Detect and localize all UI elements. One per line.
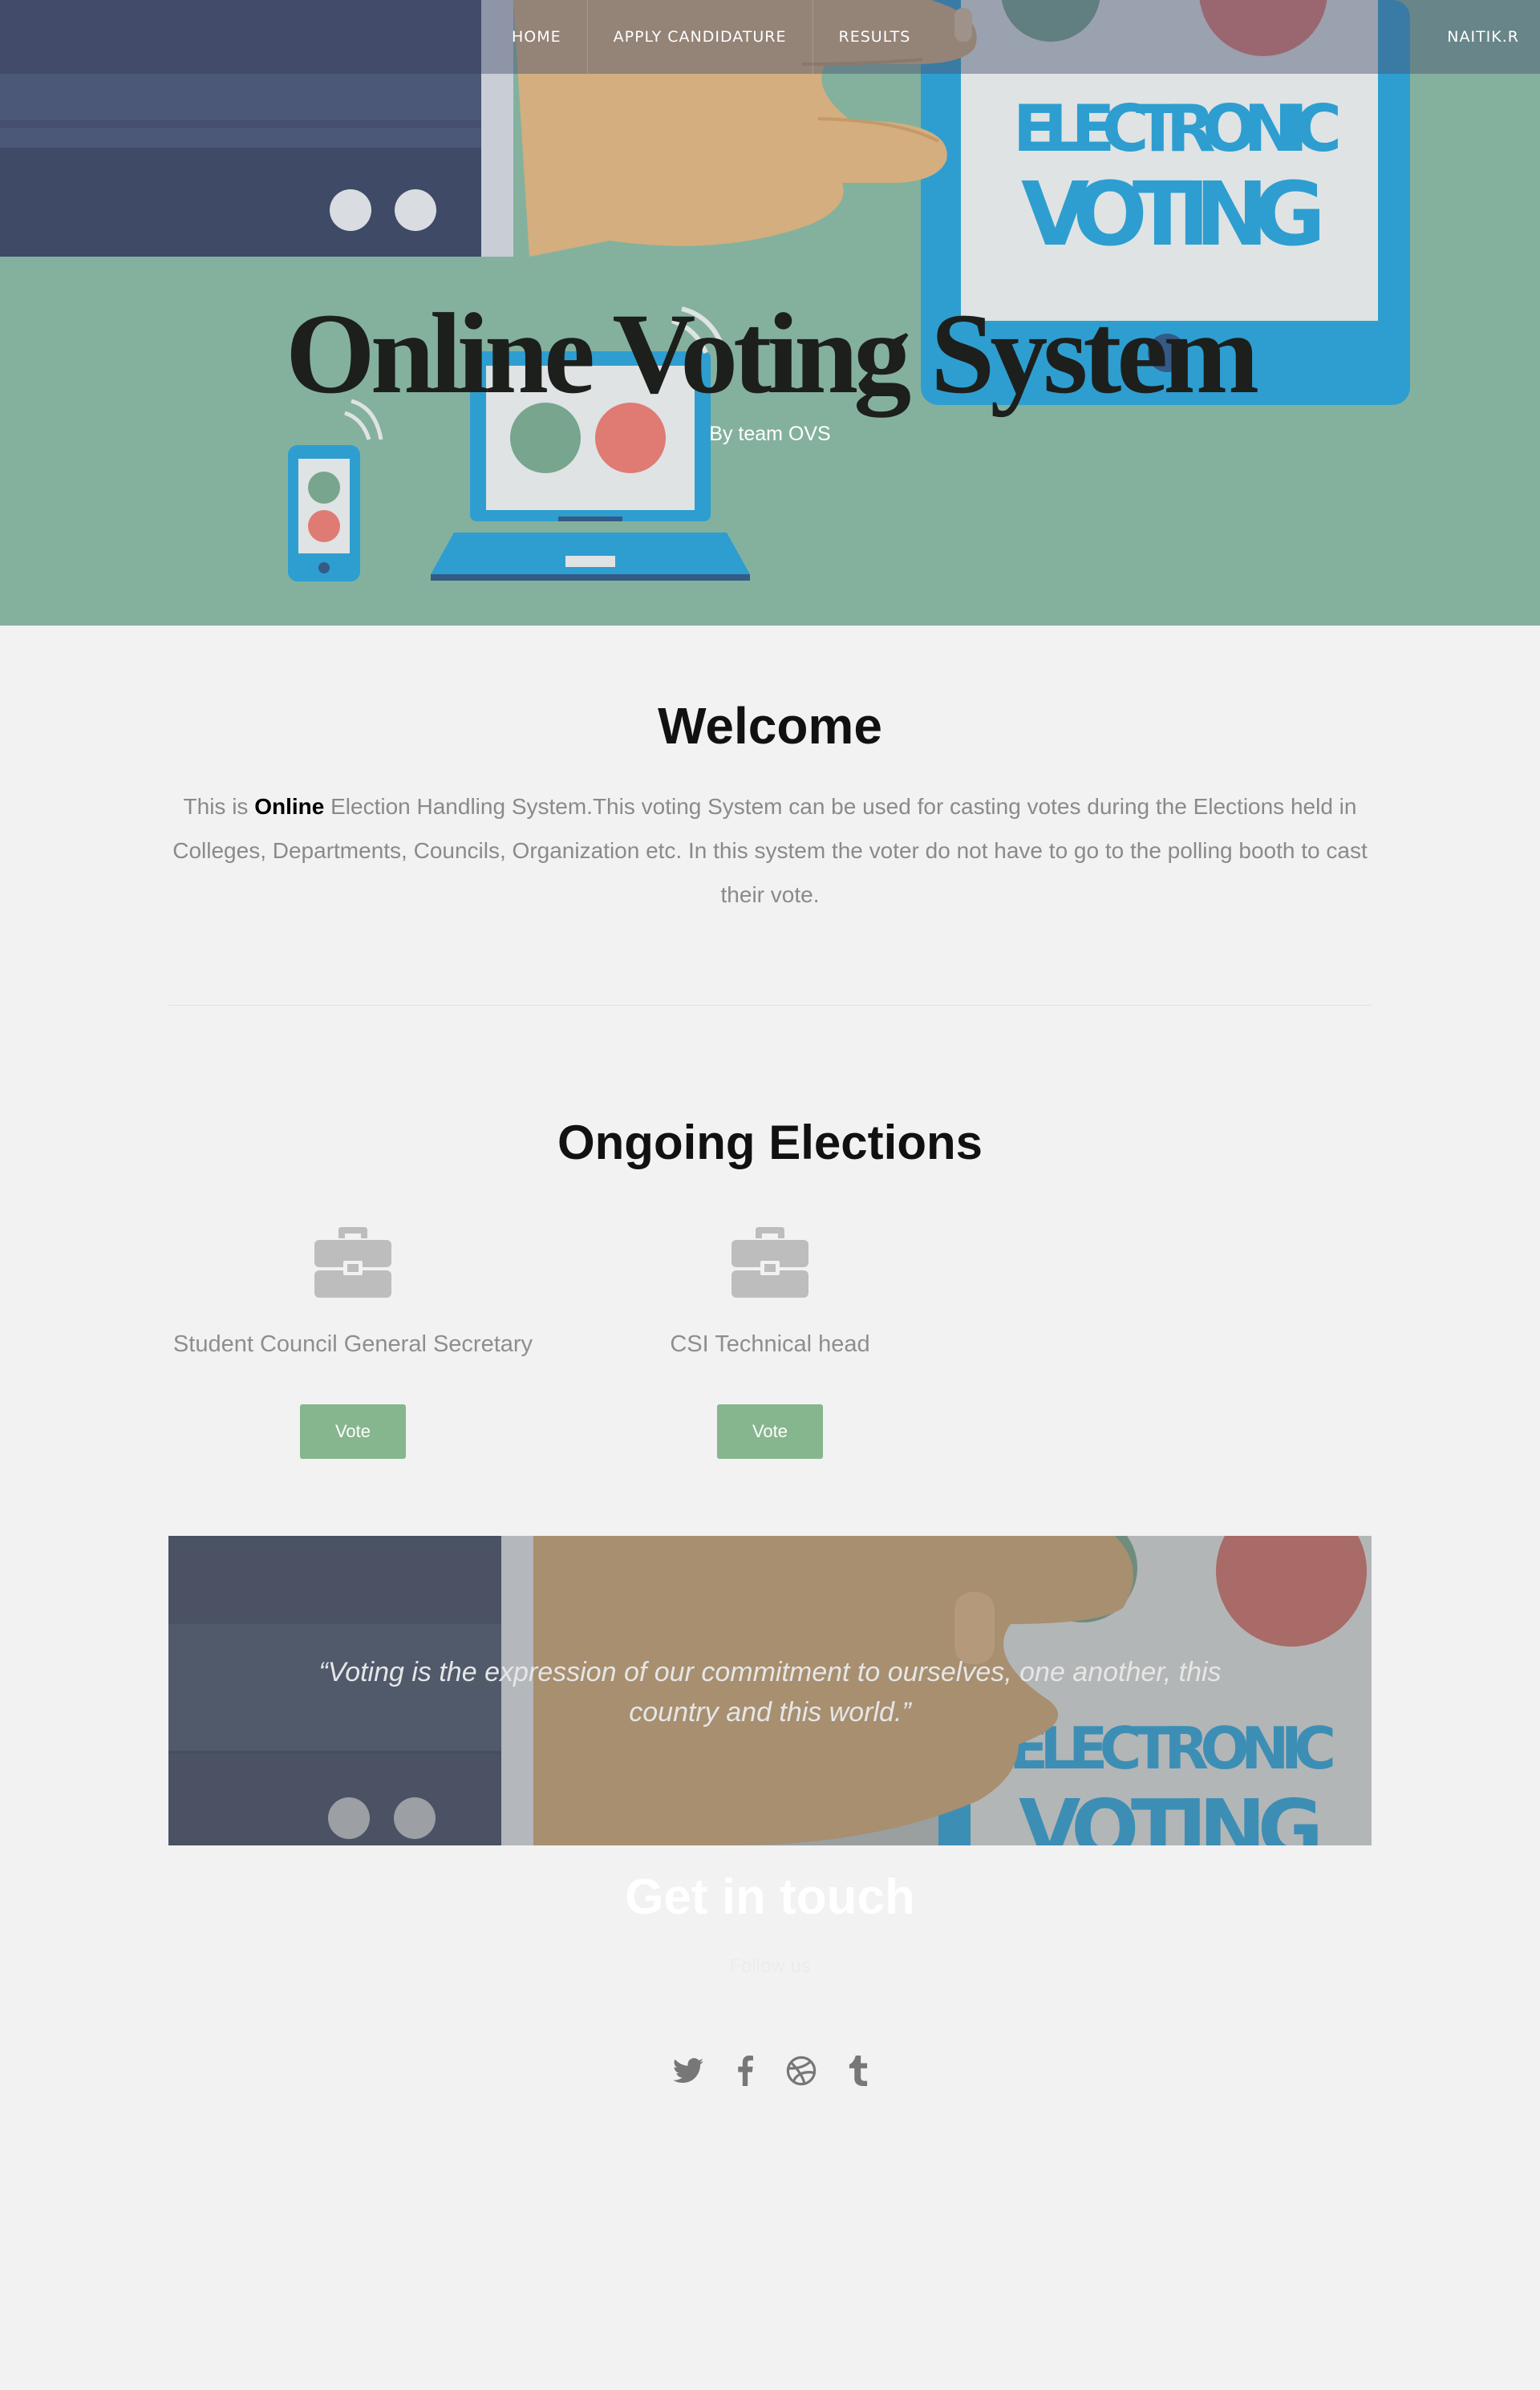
contact-subtitle: Follow us <box>729 1955 811 1977</box>
quote-text: “Voting is the expression of our commitm… <box>318 1657 1222 1728</box>
hero-art-text-2: VOTING <box>1021 163 1326 265</box>
top-nav: HOME APPLY CANDIDATURE RESULTS NAITIK.R <box>0 0 1540 74</box>
dribbble-icon[interactable] <box>784 2053 819 2088</box>
nav-results-link[interactable]: RESULTS <box>813 0 937 74</box>
hero-banner: ELECTRONIC VOTING HOME APPLY CANDIDATURE <box>0 0 1540 626</box>
welcome-text-rest: Election Handling System.This voting Sys… <box>172 794 1368 907</box>
vote-button[interactable]: Vote <box>717 1404 823 1459</box>
elections-heading: Ongoing Elections <box>557 1116 983 1169</box>
briefcase-icon <box>732 1227 808 1298</box>
twitter-icon[interactable] <box>671 2053 706 2088</box>
nav-home-link[interactable]: HOME <box>489 0 588 74</box>
section-divider <box>168 1005 1372 1006</box>
quote-art-text-2: VOTING <box>1019 1782 1323 1845</box>
nav-user-link[interactable]: NAITIK.R <box>1447 0 1519 74</box>
quote-banner: ELECTRONIC VOTING “Voting is the express… <box>168 1536 1372 1845</box>
nav-menu: HOME APPLY CANDIDATURE RESULTS <box>489 0 936 74</box>
briefcase-icon <box>314 1227 391 1298</box>
election-name: Student Council General Secretary <box>172 1331 533 1357</box>
welcome-text-bold: Online <box>254 794 325 819</box>
election-card: CSI Technical head Vote <box>561 1227 979 1459</box>
hero-subtitle: By team OVS <box>709 423 831 445</box>
election-card: Student Council General Secretary Vote <box>144 1227 561 1459</box>
facebook-icon[interactable] <box>727 2053 763 2088</box>
election-name: CSI Technical head <box>670 1331 870 1357</box>
welcome-paragraph: This is Online Election Handling System.… <box>168 784 1372 917</box>
welcome-text-start: This is <box>183 794 255 819</box>
welcome-heading: Welcome <box>658 697 882 755</box>
tumblr-icon[interactable] <box>841 2053 876 2088</box>
contact-heading: Get in touch <box>625 1869 915 1925</box>
vote-button[interactable]: Vote <box>300 1404 406 1459</box>
hero-title: Online Voting System <box>285 290 1259 418</box>
nav-apply-candidature-link[interactable]: APPLY CANDIDATURE <box>588 0 813 74</box>
hero-art-text-1: ELECTRONIC <box>1013 91 1342 166</box>
social-links <box>671 2053 876 2088</box>
